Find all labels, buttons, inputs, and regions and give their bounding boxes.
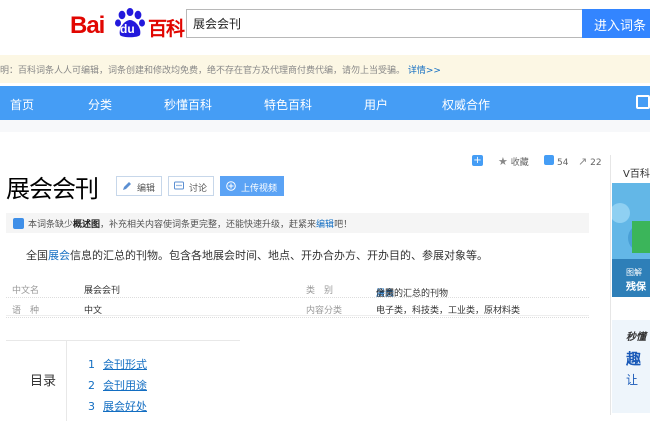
v-baike-card[interactable]: 图解 残保 bbox=[612, 183, 650, 297]
logo-baike: 百科 bbox=[148, 18, 185, 40]
main-nav: 首页 分类 秒懂百科 特色百科 用户 权威合作 bbox=[0, 86, 650, 120]
page-title: 展会会刊 bbox=[6, 175, 99, 203]
miaodong-brand: 秒懂 bbox=[626, 332, 646, 343]
edit-tip-icon bbox=[13, 218, 24, 229]
collect-label: 收藏 bbox=[510, 158, 529, 168]
star-icon: ★ bbox=[498, 155, 508, 168]
toc-item-3[interactable]: 3 展会好处 bbox=[88, 398, 147, 414]
edit-label: 编辑 bbox=[137, 184, 156, 194]
share-icon: ↗ bbox=[578, 155, 588, 168]
edit-button[interactable]: 编辑 bbox=[116, 176, 163, 196]
table-of-contents: 目录 1 会刊形式 2 会刊用途 3 展会好处 bbox=[6, 340, 240, 421]
search-input[interactable]: 展会会刊 bbox=[186, 9, 582, 38]
toc-divider bbox=[66, 341, 67, 421]
toc-num: 1 bbox=[88, 358, 95, 371]
pencil-icon bbox=[123, 182, 131, 190]
video-plus-icon bbox=[226, 181, 236, 191]
nav-item-category[interactable]: 分类 bbox=[88, 96, 112, 113]
toc-label: 目录 bbox=[30, 374, 57, 389]
toc-item-2[interactable]: 2 会刊用途 bbox=[88, 377, 147, 393]
info-value-chinese-name: 展会会刊 bbox=[84, 286, 121, 296]
thumb-up-icon bbox=[544, 155, 554, 165]
tip-text-mid: ，补充相关内容使词条更完整，还能快速升级，赶紧来 bbox=[100, 220, 317, 230]
add-icon[interactable]: + bbox=[472, 155, 483, 166]
header: Bai du 百科 展会会刊 进入词条 bbox=[0, 0, 650, 52]
toc-text: 会刊形式 bbox=[103, 358, 147, 371]
summary-pre: 全国 bbox=[26, 249, 48, 262]
share-count: 22 bbox=[590, 158, 602, 168]
miaodong-card[interactable]: 秒懂 趣 让 bbox=[612, 320, 650, 413]
divider bbox=[6, 315, 589, 316]
summary-paragraph: 全国展会信息的汇总的刊物。包含各地展会时间、地点、开办合办方、开办目的、参展对象… bbox=[26, 247, 488, 263]
toc-text: 展会好处 bbox=[103, 400, 147, 413]
discuss-label: 讨论 bbox=[189, 184, 208, 194]
search-input-value: 展会会刊 bbox=[193, 17, 242, 31]
tip-text-post: 吧！ bbox=[334, 220, 353, 230]
nav-item-featured[interactable]: 特色百科 bbox=[264, 96, 312, 113]
missing-image-tip: 本词条缺少概述图，补充相关内容使词条更完整，还能快速升级，赶紧来编辑吧！ bbox=[6, 213, 589, 233]
like-count: 54 bbox=[557, 158, 569, 168]
baidu-baike-logo[interactable]: Bai du 百科 bbox=[70, 8, 186, 42]
v-card-line2: 残保 bbox=[626, 282, 646, 293]
toc-num: 2 bbox=[88, 379, 95, 392]
v-baike-label: V百科 bbox=[623, 169, 650, 180]
category-post: 信息的汇总的刊物 bbox=[376, 289, 449, 299]
logo-bai: Bai bbox=[70, 12, 105, 39]
miaodong-big-text: 趣 bbox=[626, 350, 642, 368]
toc-num: 3 bbox=[88, 400, 95, 413]
toc-item-1[interactable]: 1 会刊形式 bbox=[88, 356, 147, 372]
tip-bold: 概述图 bbox=[73, 220, 101, 230]
like-button[interactable]: 54 bbox=[544, 155, 568, 168]
toc-text: 会刊用途 bbox=[103, 379, 147, 392]
notice-bar: 明：百科词条人人可编辑，词条创建和修改均免费，绝不存在官方及代理商付费代编，请勿… bbox=[0, 55, 650, 83]
info-label-category: 类 别 bbox=[306, 286, 334, 296]
v-card-line1: 图解 bbox=[626, 268, 642, 277]
upload-video-button[interactable]: 上传视频 bbox=[220, 176, 285, 196]
nav-item-user[interactable]: 用户 bbox=[364, 96, 388, 113]
discuss-button[interactable]: 讨论 bbox=[168, 176, 215, 196]
share-button[interactable]: ↗ 22 bbox=[578, 155, 602, 168]
summary-post: 信息的汇总的刊物。包含各地展会时间、地点、开办合办方、开办目的、参展对象等。 bbox=[70, 249, 488, 262]
summary-expo-link[interactable]: 展会 bbox=[48, 249, 70, 262]
upload-video-label: 上传视频 bbox=[241, 184, 278, 194]
nav-item-miaodong[interactable]: 秒懂百科 bbox=[164, 96, 212, 113]
tip-text-pre: 本词条缺少 bbox=[28, 220, 74, 230]
nav-menu-icon[interactable] bbox=[636, 95, 650, 109]
notice-details-link[interactable]: 详情>> bbox=[408, 66, 441, 76]
tip-edit-link[interactable]: 编辑 bbox=[316, 220, 334, 230]
comment-icon bbox=[174, 181, 184, 190]
nav-separator bbox=[0, 120, 650, 132]
collect-button[interactable]: ★ 收藏 bbox=[498, 155, 529, 168]
info-label-chinese-name: 中文名 bbox=[12, 286, 40, 296]
miaodong-small-text: 让 bbox=[626, 373, 639, 387]
logo-du: du bbox=[120, 22, 135, 36]
nav-item-authority[interactable]: 权威合作 bbox=[442, 96, 490, 113]
nav-item-home[interactable]: 首页 bbox=[10, 96, 34, 113]
notice-text: 明：百科词条人人可编辑，词条创建和修改均免费，绝不存在官方及代理商付费代编，请勿… bbox=[0, 66, 406, 76]
enter-entry-button[interactable]: 进入词条 bbox=[582, 9, 650, 38]
info-row: 中文名 展会会刊 类 别 全国 展会 信息的汇总的刊物 bbox=[6, 280, 589, 299]
